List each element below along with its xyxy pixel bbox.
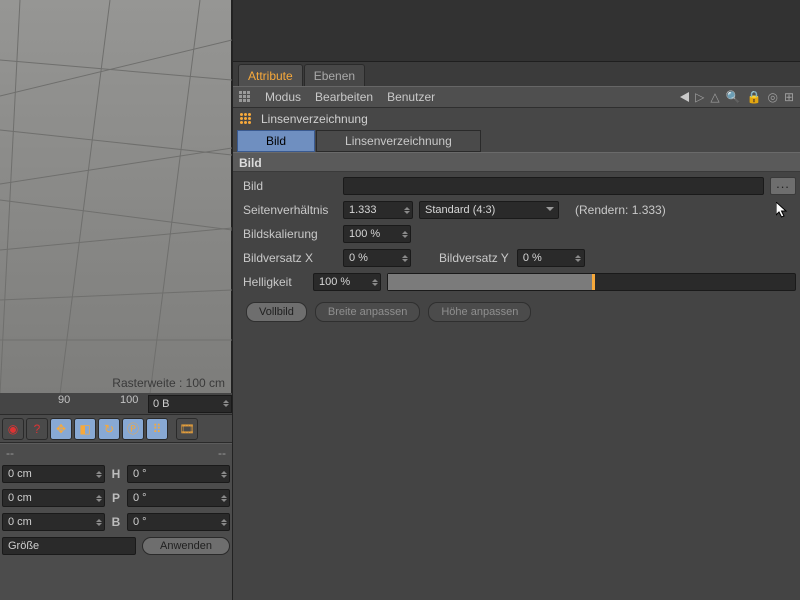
value-helligkeit: 100 % [319, 276, 350, 288]
input-rot-p[interactable]: 0 ° [127, 489, 230, 507]
panel-empty-top [233, 0, 800, 62]
viewport-grid-size: Rasterweite : 100 cm [112, 376, 225, 390]
timeline-tick-90: 90 [58, 394, 70, 406]
tool-points[interactable]: ⠿ [146, 418, 168, 440]
tool-param[interactable]: Ⓟ [122, 418, 144, 440]
value-offset-x: 0 % [349, 252, 368, 264]
label-bildskalierung: Bildskalierung [243, 227, 337, 241]
select-size-mode[interactable]: Größe [2, 537, 136, 555]
spinner-aspect[interactable] [402, 202, 411, 218]
subtab-bild[interactable]: Bild [237, 130, 315, 152]
tool-cube[interactable]: ◧ [74, 418, 96, 440]
label-seitenverhaeltnis: Seitenverhältnis [243, 203, 337, 217]
target-icon[interactable]: ◎ [767, 90, 777, 104]
input-helligkeit[interactable]: 100 % [313, 273, 381, 291]
button-vollbild[interactable]: Vollbild [246, 302, 307, 322]
spinner-scale[interactable] [400, 226, 409, 242]
menu-benutzer[interactable]: Benutzer [387, 90, 435, 104]
tool-film[interactable]: 🎞 [176, 418, 198, 440]
lens-distortion-icon [239, 112, 253, 126]
input-offset-y[interactable]: 0 % [517, 249, 585, 267]
tool-move[interactable]: ✥ [50, 418, 72, 440]
button-anwenden[interactable]: Anwenden [142, 537, 230, 555]
tab-ebenen[interactable]: Ebenen [304, 64, 365, 86]
label-h: H [109, 467, 123, 481]
input-rot-b[interactable]: 0 ° [127, 513, 230, 531]
label-bildversatz-y: Bildversatz Y [439, 251, 509, 265]
input-offset-x[interactable]: 0 % [343, 249, 411, 267]
viewport-grid [0, 0, 232, 394]
menu-bearbeiten[interactable]: Bearbeiten [315, 90, 373, 104]
timeline[interactable]: 90 100 0 B [0, 393, 232, 415]
object-header: Linsenverzeichnung [233, 108, 800, 130]
button-hoehe-anpassen[interactable]: Höhe anpassen [428, 302, 531, 322]
record-button[interactable]: ◉ [2, 418, 24, 440]
tab-attribute[interactable]: Attribute [238, 64, 303, 86]
menu-modus[interactable]: Modus [265, 90, 301, 104]
input-bild-path[interactable] [343, 177, 764, 195]
viewport-3d[interactable]: Rasterweite : 100 cm [0, 0, 232, 394]
spinner-frame[interactable] [221, 396, 230, 412]
label-bild: Bild [243, 179, 337, 193]
search-icon[interactable]: 🔍 [726, 90, 741, 104]
cube-icon: ◧ [79, 422, 90, 436]
chevron-down-icon [546, 207, 554, 211]
value-bild-scale: 100 % [349, 228, 380, 240]
attribute-manager: Attribute Ebenen Modus Bearbeiten Benutz… [232, 0, 800, 600]
coord-dashes-right: -- [218, 446, 226, 460]
coord-dashes-left: -- [6, 446, 14, 460]
select-aspect-preset[interactable]: Standard (4:3) [419, 201, 559, 219]
label-p: P [109, 491, 123, 505]
attribute-grid-icon[interactable] [239, 91, 251, 103]
input-pos-x[interactable]: 0 cm [2, 465, 105, 483]
bottom-panel: 90 100 0 B ◉ ? ✥ ◧ ↻ Ⓟ ⠿ 🎞 -- -- 0 cm H 0… [0, 393, 232, 600]
timeline-tick-100: 100 [120, 394, 138, 406]
label-render-aspect: (Rendern: 1.333) [575, 203, 666, 217]
move-icon: ✥ [56, 422, 66, 436]
attribute-menubar: Modus Bearbeiten Benutzer ▷ △ 🔍 🔒 ◎ ⊞ [233, 86, 800, 108]
button-browse-bild[interactable]: ... [770, 177, 796, 195]
nav-fwd-icon[interactable]: ▷ [695, 90, 704, 104]
lock-icon[interactable]: 🔒 [747, 90, 762, 104]
new-icon[interactable]: ⊞ [784, 90, 794, 104]
label-helligkeit: Helligkeit [243, 275, 307, 289]
nav-back-icon[interactable] [680, 92, 689, 102]
properties-panel: Bild ... Seitenverhältnis 1.333 Standard… [233, 172, 800, 332]
spinner-hell[interactable] [370, 274, 379, 290]
spinner-offx[interactable] [400, 250, 409, 266]
input-aspect-ratio[interactable]: 1.333 [343, 201, 413, 219]
tool-rotate[interactable]: ↻ [98, 418, 120, 440]
value-offset-y: 0 % [523, 252, 542, 264]
p-icon: Ⓟ [127, 420, 139, 437]
slider-helligkeit[interactable] [387, 273, 796, 291]
help-button[interactable]: ? [26, 418, 48, 440]
subtab-linsenverzeichnung[interactable]: Linsenverzeichnung [316, 130, 481, 152]
value-size-mode: Größe [8, 540, 39, 552]
input-pos-y[interactable]: 0 cm [2, 489, 105, 507]
tool-row: ◉ ? ✥ ◧ ↻ Ⓟ ⠿ 🎞 [0, 415, 232, 443]
section-bild-header: Bild [233, 152, 800, 172]
panel-tabs: Attribute Ebenen [233, 62, 800, 86]
value-aspect-ratio: 1.333 [349, 204, 377, 216]
value-aspect-preset: Standard (4:3) [425, 204, 495, 216]
object-title: Linsenverzeichnung [261, 112, 368, 126]
rotate-icon: ↻ [104, 422, 114, 436]
film-icon: 🎞 [179, 422, 194, 436]
object-subtabs: Bild Linsenverzeichnung [233, 130, 800, 152]
grid-icon: ⠿ [153, 422, 162, 436]
input-current-frame[interactable]: 0 B [148, 395, 232, 413]
label-bildversatz-x: Bildversatz X [243, 251, 337, 265]
label-b: B [109, 515, 123, 529]
coordinates-panel: -- -- 0 cm H 0 ° 0 cm P 0 ° 0 cm B 0 ° Gr… [0, 443, 232, 558]
input-bild-scale[interactable]: 100 % [343, 225, 411, 243]
input-pos-z[interactable]: 0 cm [2, 513, 105, 531]
button-breite-anpassen[interactable]: Breite anpassen [315, 302, 421, 322]
value-current-frame: 0 B [153, 398, 170, 410]
spinner-offy[interactable] [574, 250, 583, 266]
nav-up-icon[interactable]: △ [710, 90, 719, 104]
input-rot-h[interactable]: 0 ° [127, 465, 230, 483]
